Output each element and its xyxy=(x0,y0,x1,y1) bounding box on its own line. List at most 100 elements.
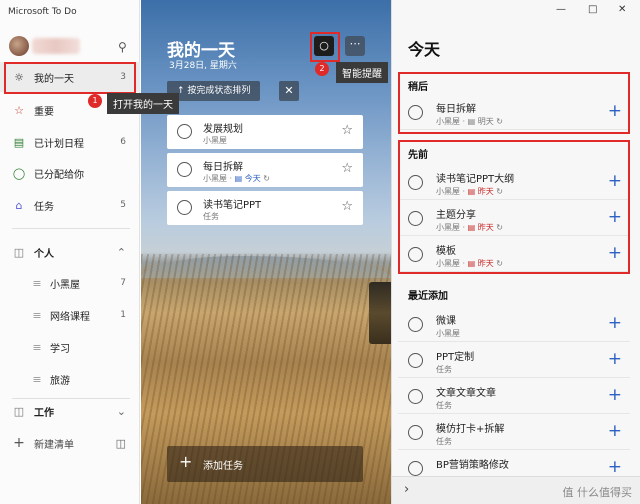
group-label: 个人 xyxy=(34,248,54,260)
sidebar-item-label: 已分配给你 xyxy=(34,169,84,181)
sidebar-item-label: 学习 xyxy=(50,343,70,355)
sidebar-item-label: 网络课程 xyxy=(50,311,90,323)
complete-checkbox[interactable] xyxy=(408,461,423,476)
task-item[interactable]: 发展规划 小黑屋 ☆ xyxy=(167,115,363,149)
task-title: BP营销策略修改 xyxy=(436,460,509,471)
star-icon[interactable]: ☆ xyxy=(341,161,353,176)
sidebar-item-count: 7 xyxy=(120,278,126,288)
sidebar-item-travel[interactable]: ≡ 旅游 xyxy=(0,364,140,394)
annotation-callout-1: 打开我的一天 xyxy=(107,93,179,114)
group-icon: ◫ xyxy=(13,245,25,259)
sidebar-item-xiaoheiwu[interactable]: ≡ 小黑屋 7 xyxy=(0,268,140,298)
task-subtitle: 小黑屋 · ▤ 今天 ↻ xyxy=(203,173,270,184)
panel-title: 今天 xyxy=(408,40,441,59)
home-icon: ⌂ xyxy=(15,198,23,212)
task-title: 每日拆解 xyxy=(203,162,243,173)
task-item[interactable]: 每日拆解 小黑屋 · ▤ 今天 ↻ ☆ xyxy=(167,153,363,187)
suggested-task[interactable]: 文章文章文章 任务 + xyxy=(398,380,630,414)
suggested-task[interactable]: 模仿打卡+拆解 任务 + xyxy=(398,416,630,450)
sidebar-item-planned[interactable]: ▤ 已计划日程 6 xyxy=(0,127,140,157)
annotation-box-suggestions xyxy=(310,32,340,62)
suggested-task[interactable]: 微课 小黑屋 + xyxy=(398,308,630,342)
close-window-icon[interactable]: ✕ xyxy=(618,4,626,15)
star-icon[interactable]: ☆ xyxy=(341,123,353,138)
background-vehicle xyxy=(369,282,391,344)
list-icon: ≡ xyxy=(32,308,42,322)
calendar-icon: ▤ xyxy=(13,135,25,149)
complete-checkbox[interactable] xyxy=(177,162,192,177)
annotation-callout-2: 智能提醒 xyxy=(336,62,388,83)
complete-checkbox[interactable] xyxy=(177,200,192,215)
star-icon: ☆ xyxy=(14,103,24,117)
task-title: 读书笔记PPT xyxy=(203,200,262,211)
task-title: 模仿打卡+拆解 xyxy=(436,424,505,435)
due-tag: 今天 xyxy=(244,174,261,183)
add-to-my-day-icon[interactable]: + xyxy=(608,457,622,477)
new-list-label: 新建清单 xyxy=(34,439,74,451)
sidebar-item-label: 重要 xyxy=(34,106,54,118)
group-personal[interactable]: ◫ 个人 ⌃ xyxy=(0,237,140,267)
plus-icon: + xyxy=(13,435,25,451)
task-title: 发展规划 xyxy=(203,124,243,135)
close-icon[interactable]: ✕ xyxy=(279,81,299,101)
group-icon: ◫ xyxy=(13,404,25,418)
blurred-username xyxy=(32,38,80,54)
sidebar-item-count: 5 xyxy=(120,200,126,210)
search-icon[interactable]: ⚲ xyxy=(118,40,127,54)
add-to-my-day-icon[interactable]: + xyxy=(608,349,622,369)
divider xyxy=(12,228,130,229)
new-list-button[interactable]: + 新建清单 ◫ xyxy=(0,428,140,458)
chevron-up-icon: ⌃ xyxy=(116,245,126,259)
annotation-badge-1: 1 xyxy=(88,94,102,108)
task-subtitle: 任务 xyxy=(436,401,452,410)
task-subtitle: 任务 xyxy=(436,437,452,446)
task-title: 微课 xyxy=(436,316,456,327)
complete-checkbox[interactable] xyxy=(177,124,192,139)
sidebar-item-label: 旅游 xyxy=(50,375,70,387)
section-recent-title: 最近添加 xyxy=(408,291,448,302)
sidebar-item-assigned[interactable]: ◯ 已分配给你 xyxy=(0,158,140,188)
calendar-icon: ▤ xyxy=(234,174,245,183)
sidebar-item-label: 小黑屋 xyxy=(50,279,80,291)
watermark: 值 什么值得买 xyxy=(562,486,633,499)
task-subtitle: 小黑屋 xyxy=(203,136,227,145)
app-title: Microsoft To Do xyxy=(8,7,77,17)
suggested-task[interactable]: PPT定制 任务 + xyxy=(398,344,630,378)
sidebar-item-study[interactable]: ≡ 学习 xyxy=(0,332,140,362)
repeat-icon: ↻ xyxy=(263,174,270,183)
task-item[interactable]: 读书笔记PPT 任务 ☆ xyxy=(167,191,363,225)
chevron-right-icon[interactable]: › xyxy=(404,482,409,497)
task-subtitle: 任务 xyxy=(203,212,219,221)
add-task-label: 添加任务 xyxy=(203,461,243,472)
star-icon[interactable]: ☆ xyxy=(341,199,353,214)
complete-checkbox[interactable] xyxy=(408,317,423,332)
add-task-input[interactable]: + 添加任务 xyxy=(167,446,363,482)
sidebar-item-tasks[interactable]: ⌂ 任务 5 xyxy=(0,190,140,220)
maximize-icon[interactable]: □ xyxy=(588,4,597,15)
more-options-icon[interactable]: ⋯ xyxy=(345,36,365,56)
task-list-name: 小黑屋 · xyxy=(203,174,235,183)
avatar[interactable] xyxy=(9,36,29,56)
annotation-badge-2: 2 xyxy=(315,62,329,76)
new-group-icon[interactable]: ◫ xyxy=(116,437,126,450)
sort-button[interactable]: ↑ 按完成状态排列 xyxy=(167,81,261,101)
add-to-my-day-icon[interactable]: + xyxy=(608,385,622,405)
minimize-icon[interactable]: — xyxy=(556,4,566,15)
person-icon: ◯ xyxy=(12,166,26,180)
list-icon: ≡ xyxy=(32,372,42,386)
complete-checkbox[interactable] xyxy=(408,425,423,440)
page-date: 3月28日, 星期六 xyxy=(169,61,237,71)
list-icon: ≡ xyxy=(32,340,42,354)
complete-checkbox[interactable] xyxy=(408,353,423,368)
sidebar-item-label: 已计划日程 xyxy=(34,138,84,150)
group-work[interactable]: ◫ 工作 ⌄ xyxy=(0,396,140,426)
add-to-my-day-icon[interactable]: + xyxy=(608,313,622,333)
task-title: 文章文章文章 xyxy=(436,388,496,399)
complete-checkbox[interactable] xyxy=(408,389,423,404)
sidebar-item-online-course[interactable]: ≡ 网络课程 1 xyxy=(0,300,140,330)
group-label: 工作 xyxy=(34,407,54,419)
task-title: PPT定制 xyxy=(436,352,475,363)
sidebar-item-count: 1 xyxy=(120,310,126,320)
task-subtitle: 小黑屋 xyxy=(436,329,460,338)
add-to-my-day-icon[interactable]: + xyxy=(608,421,622,441)
